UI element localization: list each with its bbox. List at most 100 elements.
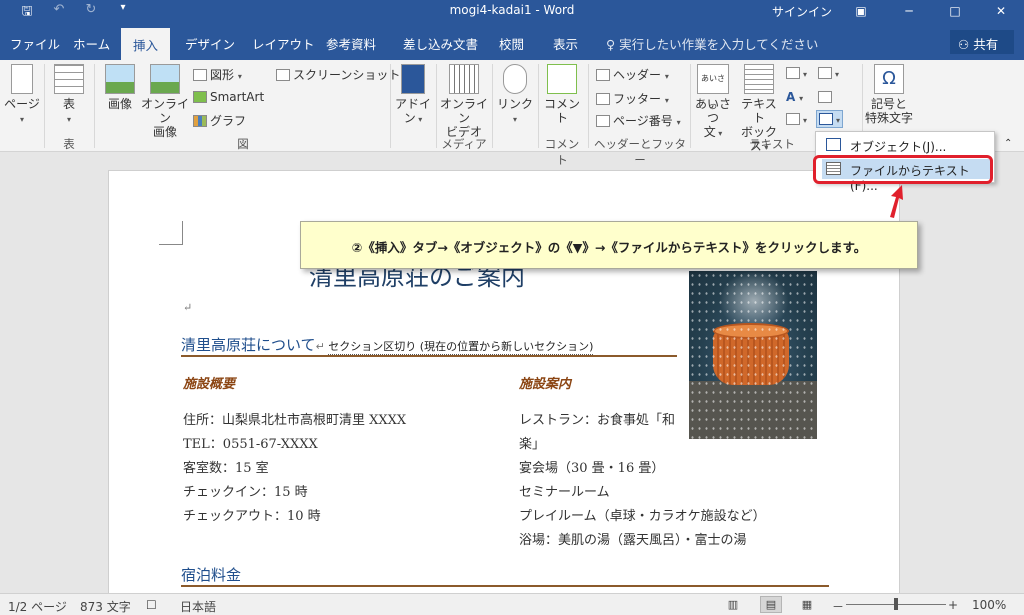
footer-button[interactable]: フッター ▾ [596,90,669,107]
tab-mailings[interactable]: 差し込み文書 [403,34,478,53]
language-indicator[interactable]: 日本語 [180,598,216,615]
group-label-header-footer: ヘッダーとフッター [594,137,686,167]
divider [436,64,437,148]
heading-rates: 宿泊料金 [181,566,242,584]
margin-corner-mark [159,221,183,245]
word-count[interactable]: 873 文字 [80,598,131,615]
proofing-icon[interactable]: ☐ [146,598,157,612]
tab-design[interactable]: デザイン [185,34,235,53]
maximize-button[interactable]: □ [932,0,978,22]
links-button[interactable]: リンク ▾ [496,64,534,127]
zoom-level[interactable]: 100% [972,598,1006,612]
dropcap-icon[interactable]: ▾ [786,112,807,126]
status-bar: 1/2 ページ 873 文字 ☐ 日本語 ▥ ▤ ▦ － + 100% [0,593,1024,615]
red-arrow-icon [890,185,903,218]
greeting-icon: あいさつ [697,64,729,111]
page-icon [11,64,33,94]
overview-line: 客室数：15 室 [183,461,269,476]
subheading-overview: 施設概要 [183,377,236,392]
divider [94,64,95,148]
signature-line-icon[interactable]: ▾ [818,66,839,80]
divider [690,64,691,148]
divider [44,64,45,148]
date-time-icon[interactable] [818,90,835,104]
read-mode-icon[interactable]: ▥ [722,596,744,613]
shapes-icon [193,69,207,81]
group-label-illustrations: 図 [237,137,249,151]
greeting-button[interactable]: あいさつ あいさつ文 ▾ [692,64,734,141]
page-number-icon [596,115,610,127]
zoom-in-button[interactable]: + [948,598,958,612]
addins-button[interactable]: アドイン ▾ [394,64,432,127]
textbox-icon [744,64,774,94]
menu-item-object[interactable]: オブジェクト(J)... [822,135,990,155]
web-layout-icon[interactable]: ▦ [796,596,818,613]
online-picture-icon [150,64,180,94]
tab-file[interactable]: ファイル [10,34,60,53]
table-icon [54,64,84,94]
screenshot-button[interactable]: スクリーンショット ▾ [276,66,408,83]
header-button[interactable]: ヘッダー ▾ [596,66,669,83]
tab-references[interactable]: 参考資料 [326,34,376,53]
minimize-button[interactable]: ─ [886,0,932,22]
overview-line: TEL：0551-67-XXXX [183,437,318,452]
video-icon [449,64,479,94]
omega-icon: Ω [874,64,904,94]
overview-line: 住所：山梨県北杜市高根町清里 XXXX [183,413,407,428]
facility-line: レストラン：お食事処「和 [519,413,676,428]
facility-line: プレイルーム（卓球・カラオケ施設など） [519,509,766,524]
title-bar: 🖫 ↶ ↻ ▾ mogi4-kadai1 - Word サインイン ▣ ─ □ … [0,0,1024,22]
tab-review[interactable]: 校閲 [499,34,524,53]
smartart-icon [193,91,207,103]
wordart-icon[interactable]: A ▾ [786,90,803,104]
tab-view[interactable]: 表示 [553,34,578,53]
tell-me-box[interactable]: ♀ 実行したい作業を入力してください [606,34,818,53]
facility-line: 浴場：美肌の湯（露天風呂）・富士の湯 [519,533,747,548]
comment-button[interactable]: コメント [540,64,584,125]
shapes-button[interactable]: 図形 ▾ [193,66,242,83]
tab-insert[interactable]: 挿入 [121,28,171,60]
close-button[interactable]: ✕ [978,0,1024,22]
object-icon [819,113,833,125]
instruction-callout: ②《挿入》タブ→《オブジェクト》の《▼》→《ファイルからテキスト》をクリックしま… [300,221,918,269]
chart-button[interactable]: グラフ [193,112,246,129]
online-video-button[interactable]: オンライン ビデオ [440,64,488,139]
hot-spring-photo[interactable] [689,271,817,439]
page-number-button[interactable]: ページ番号 ▾ [596,112,681,129]
zoom-out-button[interactable]: － [832,598,844,615]
object-icon [826,138,841,151]
tab-home[interactable]: ホーム [73,34,110,53]
heading-rule [181,355,677,357]
heading-rule [181,585,829,587]
chart-icon [193,115,207,127]
table-button[interactable]: 表 ▾ [50,64,88,127]
subheading-facilities: 施設案内 [519,377,572,392]
facility-line: セミナールーム [519,485,610,500]
pages-button[interactable]: ページ ▾ [4,64,40,127]
link-icon [503,64,527,94]
header-icon [596,69,610,81]
quick-parts-icon[interactable]: ▾ [786,66,807,80]
divider [492,64,493,148]
highlight-box [813,155,993,184]
section-break: セクション区切り (現在の位置から新しいセクション) [328,340,594,355]
page-count[interactable]: 1/2 ページ [8,598,67,615]
facility-line: 楽」 [519,437,546,452]
group-label-comment: コメント [544,137,580,167]
signin-link[interactable]: サインイン [772,3,832,20]
online-pictures-button[interactable]: オンライン 画像 [141,64,189,139]
person-icon: ⚇ [958,37,974,52]
zoom-slider-thumb[interactable] [894,598,898,610]
ribbon-display-options-icon[interactable]: ▣ [838,0,884,22]
facility-line: 宴会場（30 畳・16 畳） [519,461,665,476]
overview-line: チェックイン：15 時 [183,485,308,500]
tab-layout[interactable]: レイアウト [252,34,315,53]
picture-icon [105,64,135,94]
collapse-ribbon-icon[interactable]: ⌃ [1004,138,1012,149]
share-button[interactable]: ⚇ 共有 [950,30,1014,54]
paragraph-mark: ↵ [183,301,193,314]
smartart-button[interactable]: SmartArt [193,90,264,104]
print-layout-icon[interactable]: ▤ [760,596,782,613]
pictures-button[interactable]: 画像 [100,64,140,111]
object-button[interactable]: ▾ [816,110,844,128]
